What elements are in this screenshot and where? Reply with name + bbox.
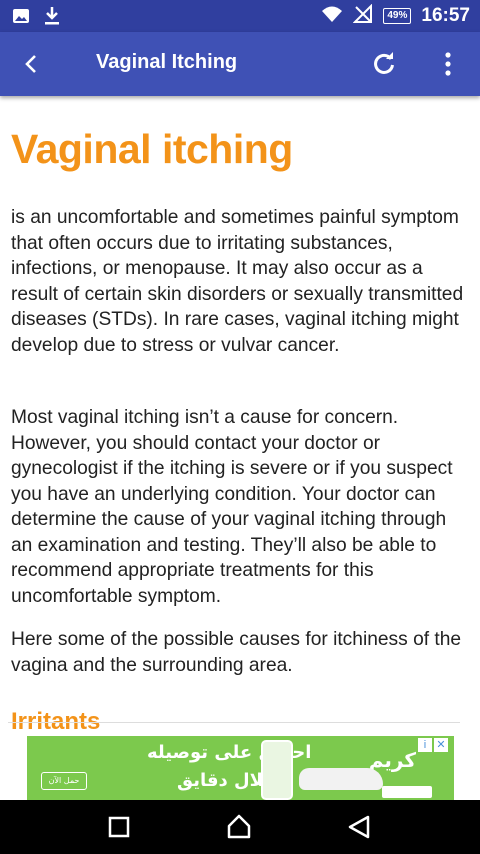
article-paragraph: is an uncomfortable and sometimes painfu… [11,207,464,356]
article-heading: Vaginal itching [11,126,293,172]
wifi-icon [321,5,343,27]
back-arrow-icon[interactable] [16,48,48,80]
refresh-icon[interactable] [368,48,400,80]
article-paragraph: Here some of the possible causes for itc… [11,629,462,676]
system-nav-bar [0,800,480,854]
status-time: 16:57 [421,5,470,26]
article-paragraph: Most vaginal itching isn’t a cause for c… [11,407,453,607]
page-title: Vaginal Itching [96,51,238,73]
recent-apps-icon[interactable] [104,812,134,842]
ad-cta-button[interactable]: حمل الآن [41,772,87,790]
divider [8,722,460,723]
home-icon[interactable] [224,812,254,842]
ad-banner[interactable]: i ✕ كريم احصل على توصيله خلال دقايق حمل … [27,736,454,800]
ad-brand: كريم [368,748,416,772]
download-icon [44,6,60,30]
phone-image [261,740,293,800]
nav-back-icon[interactable] [344,812,374,842]
ad-container: i ✕ كريم احصل على توصيله خلال دقايق حمل … [0,736,480,800]
image-icon [12,7,30,29]
store-badge [382,786,432,798]
battery-icon: 49% [383,8,412,24]
app-bar: Vaginal Itching [0,32,480,96]
close-icon[interactable]: ✕ [434,738,448,752]
article-content[interactable]: Vaginal itching is an uncomfortable and … [0,96,480,736]
signal-icon [352,3,373,28]
more-vert-icon[interactable] [432,48,464,80]
adchoices-icon[interactable]: i [418,738,432,752]
car-image [299,768,383,790]
status-bar: 49% 16:57 [0,0,480,32]
